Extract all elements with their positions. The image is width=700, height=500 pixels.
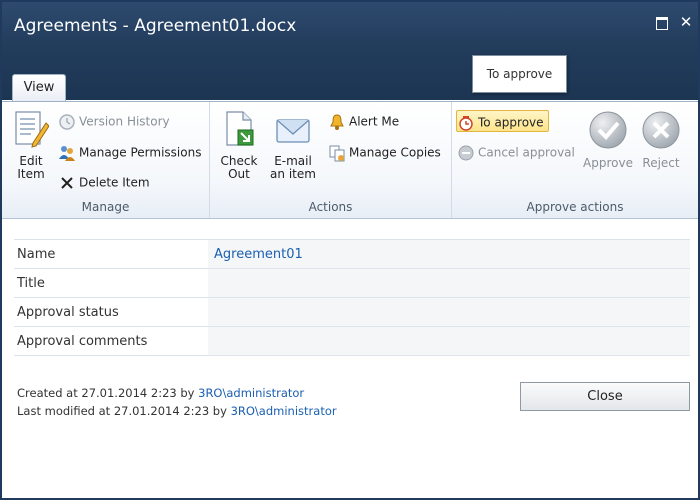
clock-history-icon: [59, 113, 75, 130]
group-label-manage: Manage: [81, 200, 130, 214]
edit-item-button[interactable]: Edit Item: [10, 110, 52, 181]
alert-me-button[interactable]: Alert Me: [328, 110, 399, 132]
approve-check-icon: [589, 111, 627, 149]
group-label-approve-actions: Approve actions: [526, 200, 624, 214]
property-value: [208, 326, 690, 356]
manage-copies-label: Manage Copies: [349, 145, 441, 160]
property-row-title: Title: [14, 268, 690, 298]
window-title: Agreements - Agreement01.docx: [14, 16, 297, 36]
delete-x-icon: [61, 176, 73, 189]
property-key: Approval comments: [14, 326, 208, 356]
reject-button[interactable]: Reject: [638, 110, 684, 170]
ribbon-group-manage: Edit Item Version History Manage Permiss…: [2, 102, 210, 218]
workflow-clock-icon: [459, 115, 473, 131]
check-out-button[interactable]: Check Out: [218, 110, 260, 181]
property-key: Name: [14, 239, 208, 269]
delete-item-button[interactable]: Delete Item: [58, 171, 150, 193]
delete-item-label: Delete Item: [79, 175, 150, 190]
item-name-link[interactable]: Agreement01: [214, 247, 303, 262]
check-out-icon: [226, 111, 254, 146]
manage-permissions-label: Manage Permissions: [79, 145, 202, 160]
check-out-label: Check Out: [220, 154, 258, 181]
ribbon: Edit Item Version History Manage Permiss…: [2, 101, 698, 219]
manage-copies-button[interactable]: Manage Copies: [328, 141, 441, 163]
tooltip: To approve: [472, 55, 567, 93]
alert-me-label: Alert Me: [349, 114, 400, 129]
property-value: [208, 297, 690, 327]
ribbon-group-approve-actions: To approve Cancel approval Approve Rejec…: [452, 102, 698, 218]
ribbon-group-actions: Check Out E-mail an item Alert Me Manage…: [210, 102, 452, 218]
people-icon: [59, 145, 75, 161]
bell-icon: [330, 113, 344, 130]
property-row-approval-comments: Approval comments: [14, 326, 690, 356]
property-key: Title: [14, 268, 208, 298]
approve-button[interactable]: Approve: [582, 110, 634, 170]
modified-info: Last modified at 27.01.2014 2:23 by 3RO\…: [17, 404, 337, 418]
tab-view[interactable]: View: [12, 74, 66, 102]
property-row-approval-status: Approval status: [14, 297, 690, 327]
email-item-button[interactable]: E-mail an item: [266, 110, 320, 181]
envelope-icon: [276, 119, 310, 143]
group-label-actions: Actions: [308, 200, 353, 214]
created-text: Created at 27.01.2014 2:23 by: [17, 386, 199, 400]
close-button[interactable]: Close: [520, 382, 690, 411]
created-info: Created at 27.01.2014 2:23 by 3RO\admini…: [17, 386, 304, 400]
close-icon[interactable]: ✕: [678, 14, 694, 30]
email-item-label: E-mail an item: [270, 154, 316, 181]
approve-label: Approve: [583, 156, 633, 170]
manage-permissions-button[interactable]: Manage Permissions: [58, 141, 201, 163]
modified-by-link[interactable]: 3RO\administrator: [231, 404, 337, 418]
cancel-approval-button[interactable]: Cancel approval: [457, 141, 575, 163]
created-by-link[interactable]: 3RO\administrator: [198, 386, 304, 400]
maximize-icon[interactable]: [654, 14, 670, 30]
dialog-window: Agreements - Agreement01.docx ✕ View Edi…: [0, 0, 700, 500]
edit-item-label: Edit Item: [17, 154, 45, 181]
to-approve-button[interactable]: To approve: [456, 110, 549, 132]
modified-text: Last modified at 27.01.2014 2:23 by: [17, 404, 231, 418]
version-history-button[interactable]: Version History: [58, 110, 170, 132]
property-row-name: Name Agreement01: [14, 239, 690, 269]
edit-document-icon: [15, 111, 50, 148]
property-key: Approval status: [14, 297, 208, 327]
reject-x-icon: [642, 111, 680, 149]
reject-label: Reject: [642, 156, 680, 170]
cancel-approval-label: Cancel approval: [478, 145, 575, 160]
cancel-circle-icon: [458, 145, 474, 160]
copies-icon: [329, 145, 345, 161]
properties-table: Name Agreement01 Title Approval status A…: [14, 239, 690, 356]
to-approve-label: To approve: [478, 115, 544, 130]
title-bar: Agreements - Agreement01.docx ✕ View: [2, 2, 698, 102]
version-history-label: Version History: [79, 114, 170, 129]
property-value: [208, 268, 690, 298]
